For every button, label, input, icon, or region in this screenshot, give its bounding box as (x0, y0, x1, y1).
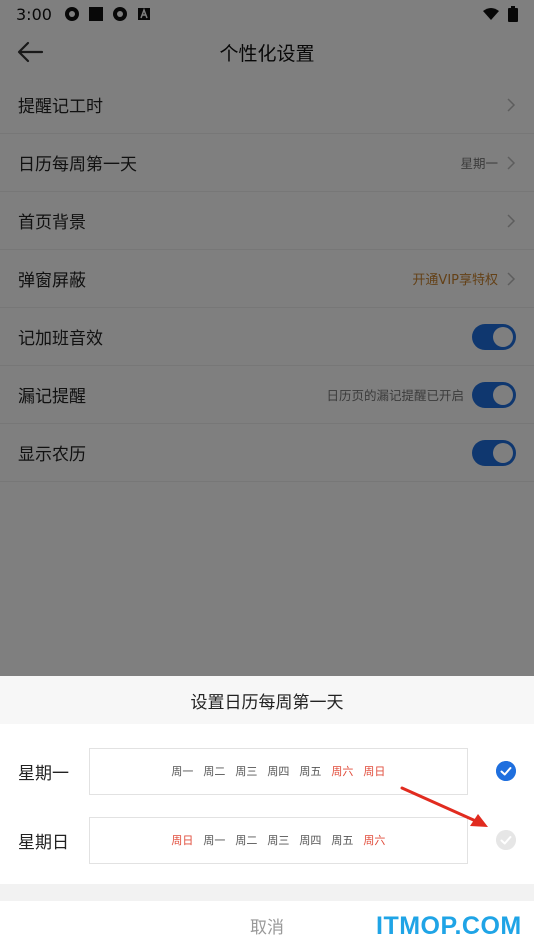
weekday-label: 周五 (331, 834, 354, 847)
weekday-label: 周一 (203, 834, 226, 847)
unchecked-icon[interactable] (496, 830, 517, 850)
checked-icon[interactable] (496, 761, 517, 781)
modal-overlay[interactable] (0, 0, 534, 676)
weekday-label: 周二 (235, 834, 258, 847)
option-label: 星期一 (18, 763, 69, 784)
weekday-label: 周二 (203, 765, 226, 778)
weekday-label: 周四 (267, 765, 290, 778)
watermark: ITMOP.COM (376, 912, 522, 940)
weekend-label: 周日 (171, 834, 194, 847)
sheet-title: 设置日历每周第一天 (0, 676, 534, 724)
weekend-label: 周六 (331, 765, 354, 778)
annotation-arrow-icon (400, 786, 488, 827)
option-label: 星期日 (18, 832, 69, 853)
weekend-label: 周日 (363, 765, 386, 778)
weekday-label: 周一 (171, 765, 194, 778)
weekday-label: 周四 (299, 834, 322, 847)
weekend-label: 周六 (363, 834, 386, 847)
weekday-label: 周五 (299, 765, 322, 778)
weekday-label: 周三 (235, 765, 258, 778)
weekday-label: 周三 (267, 834, 290, 847)
